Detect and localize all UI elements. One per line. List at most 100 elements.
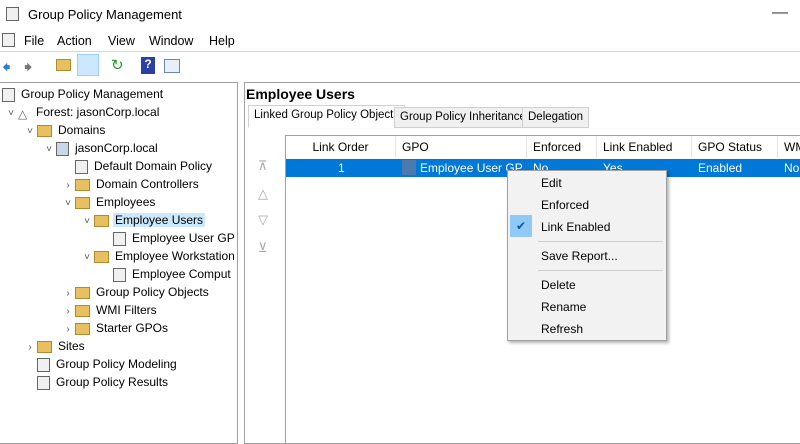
menu-item-save-report[interactable]: Save Report... [541, 249, 618, 263]
tree-item-label: Forest: jasonCorp.local [36, 105, 160, 119]
tree-item[interactable]: › Sites [23, 337, 87, 355]
forward-icon[interactable]: 🠺 [24, 55, 33, 84]
up-folder-icon[interactable] [56, 59, 71, 71]
tree-item[interactable]: ˅ Employees [61, 193, 157, 211]
menu-item-rename[interactable]: Rename [541, 300, 586, 314]
folder-icon [75, 178, 90, 191]
tab-linked-gpos[interactable]: Linked Group Policy Objects [248, 105, 406, 128]
move-down-icon[interactable]: ▽ [258, 212, 268, 228]
tree-item-label: WMI Filters [96, 303, 157, 317]
tree-item[interactable]: › Group Policy Objects [61, 283, 211, 301]
collapse-chevron-icon[interactable]: ˅ [80, 249, 94, 267]
collapse-chevron-icon[interactable]: ˅ [61, 195, 75, 213]
menu-item-enforced[interactable]: Enforced [541, 198, 589, 212]
tree-item[interactable]: ˅ jasonCorp.local [42, 139, 160, 157]
cell-wmi: None [784, 161, 800, 175]
menu-item-delete[interactable]: Delete [541, 278, 576, 292]
folder-icon [94, 214, 109, 227]
doc-icon [113, 267, 126, 282]
menu-item-refresh[interactable]: Refresh [541, 322, 583, 336]
move-bottom-icon[interactable]: ⊻ [258, 240, 268, 256]
tree-item-label: Group Policy Results [56, 375, 169, 389]
system-menu-icon[interactable] [2, 33, 15, 47]
menu-separator [538, 241, 663, 242]
title-bar: Group Policy Management — [0, 0, 800, 30]
refresh-icon[interactable]: ↻ [111, 56, 124, 74]
column-enforced[interactable]: Enforced [527, 136, 597, 158]
tree-item[interactable]: › WMI Filters [61, 301, 159, 319]
cell-gpo-status: Enabled [698, 161, 743, 175]
doc-icon [113, 231, 126, 246]
menu-item-link-enabled[interactable]: Link Enabled [541, 220, 610, 234]
tree-item-label: Group Policy Objects [96, 285, 209, 299]
tab-delegation[interactable]: Delegation [522, 107, 589, 128]
tree-item[interactable]: › Starter GPOs [61, 319, 170, 337]
tree-item-label: Domains [58, 123, 106, 137]
help-icon[interactable]: ? [141, 57, 155, 74]
tree-item[interactable]: Group Policy Modeling [23, 355, 179, 373]
folder-icon [75, 286, 90, 299]
collapse-chevron-icon[interactable]: ˅ [23, 123, 37, 141]
menu-view[interactable]: View [108, 34, 135, 48]
collapse-chevron-icon[interactable]: ˅ [4, 105, 18, 123]
tree-item-label: Group Policy Management [21, 87, 164, 101]
show-action-pane-icon[interactable] [164, 59, 180, 73]
collapse-chevron-icon[interactable]: ˅ [42, 141, 56, 159]
doc-icon [2, 87, 15, 102]
tree-item[interactable]: ˅ Employee Workstation [80, 247, 237, 265]
doc-icon [37, 375, 50, 390]
tree-item[interactable]: ˅ Domains [23, 121, 107, 139]
show-hide-tree-icon[interactable] [77, 54, 99, 76]
domain-icon [56, 141, 69, 156]
checkmark-icon: ✔ [510, 215, 532, 237]
column-wmi[interactable]: WMI [778, 136, 800, 158]
folder-icon [94, 250, 109, 263]
collapse-chevron-icon[interactable]: ˅ [80, 213, 94, 231]
tree-item[interactable]: › Domain Controllers [61, 175, 201, 193]
tree-item[interactable]: ˅ △ Forest: jasonCorp.local [4, 103, 161, 121]
page-title: Employee Users [246, 86, 355, 102]
tree-item[interactable]: Employee User GP [99, 229, 237, 247]
menu-separator [538, 270, 663, 271]
tree-item-label: Domain Controllers [96, 177, 199, 191]
tree-item[interactable]: ˅ Employee Users [80, 211, 206, 231]
minimize-button[interactable]: — [772, 4, 788, 22]
tree-item[interactable]: Default Domain Policy [61, 157, 214, 175]
tree-item-label: jasonCorp.local [75, 141, 158, 155]
folder-icon [37, 340, 52, 353]
menu-bar: File Action View Window Help [0, 30, 800, 52]
column-link-order[interactable]: Link Order [286, 136, 396, 158]
move-up-icon[interactable]: △ [258, 186, 268, 202]
tree-item-label: Sites [58, 339, 85, 353]
tree-item-label: Default Domain Policy [94, 159, 213, 173]
console-tree: Group Policy Management ˅ △ Forest: jasonCo… [0, 82, 238, 444]
folder-icon [37, 124, 52, 137]
menu-window[interactable]: Window [149, 34, 193, 48]
back-icon[interactable]: 🠸 [2, 55, 11, 84]
menu-item-edit[interactable]: Edit [541, 176, 562, 190]
tree-item[interactable]: Group Policy Results [23, 373, 170, 391]
toolbar: 🠸 🠺 ↻ ? [0, 54, 800, 78]
tree-item-label: Starter GPOs [96, 321, 169, 335]
doc-icon [37, 357, 50, 372]
menu-file[interactable]: File [24, 34, 44, 48]
folder-icon [75, 196, 90, 209]
gpm-app-icon [6, 7, 19, 21]
column-gpo[interactable]: GPO [396, 136, 527, 158]
tree-item-label: Employee User GP [132, 231, 235, 245]
column-link-enabled[interactable]: Link Enabled [597, 136, 692, 158]
tree-item-label: Employee Workstation [115, 249, 235, 263]
menu-action[interactable]: Action [57, 34, 92, 48]
tree-item[interactable]: Group Policy Management [2, 85, 165, 103]
folder-icon [75, 322, 90, 335]
tree-item-label: Employee Comput [132, 267, 231, 281]
tree-item-label: Group Policy Modeling [56, 357, 177, 371]
window-title: Group Policy Management [28, 7, 182, 22]
tree-item[interactable]: Employee Comput [99, 265, 233, 283]
forest-icon: △ [18, 106, 28, 121]
move-top-icon[interactable]: ⊼ [258, 158, 268, 174]
tree-item-label: Employee Users [113, 213, 206, 227]
tab-inheritance[interactable]: Group Policy Inheritance [394, 107, 532, 128]
column-gpo-status[interactable]: GPO Status [692, 136, 778, 158]
menu-help[interactable]: Help [209, 34, 235, 48]
